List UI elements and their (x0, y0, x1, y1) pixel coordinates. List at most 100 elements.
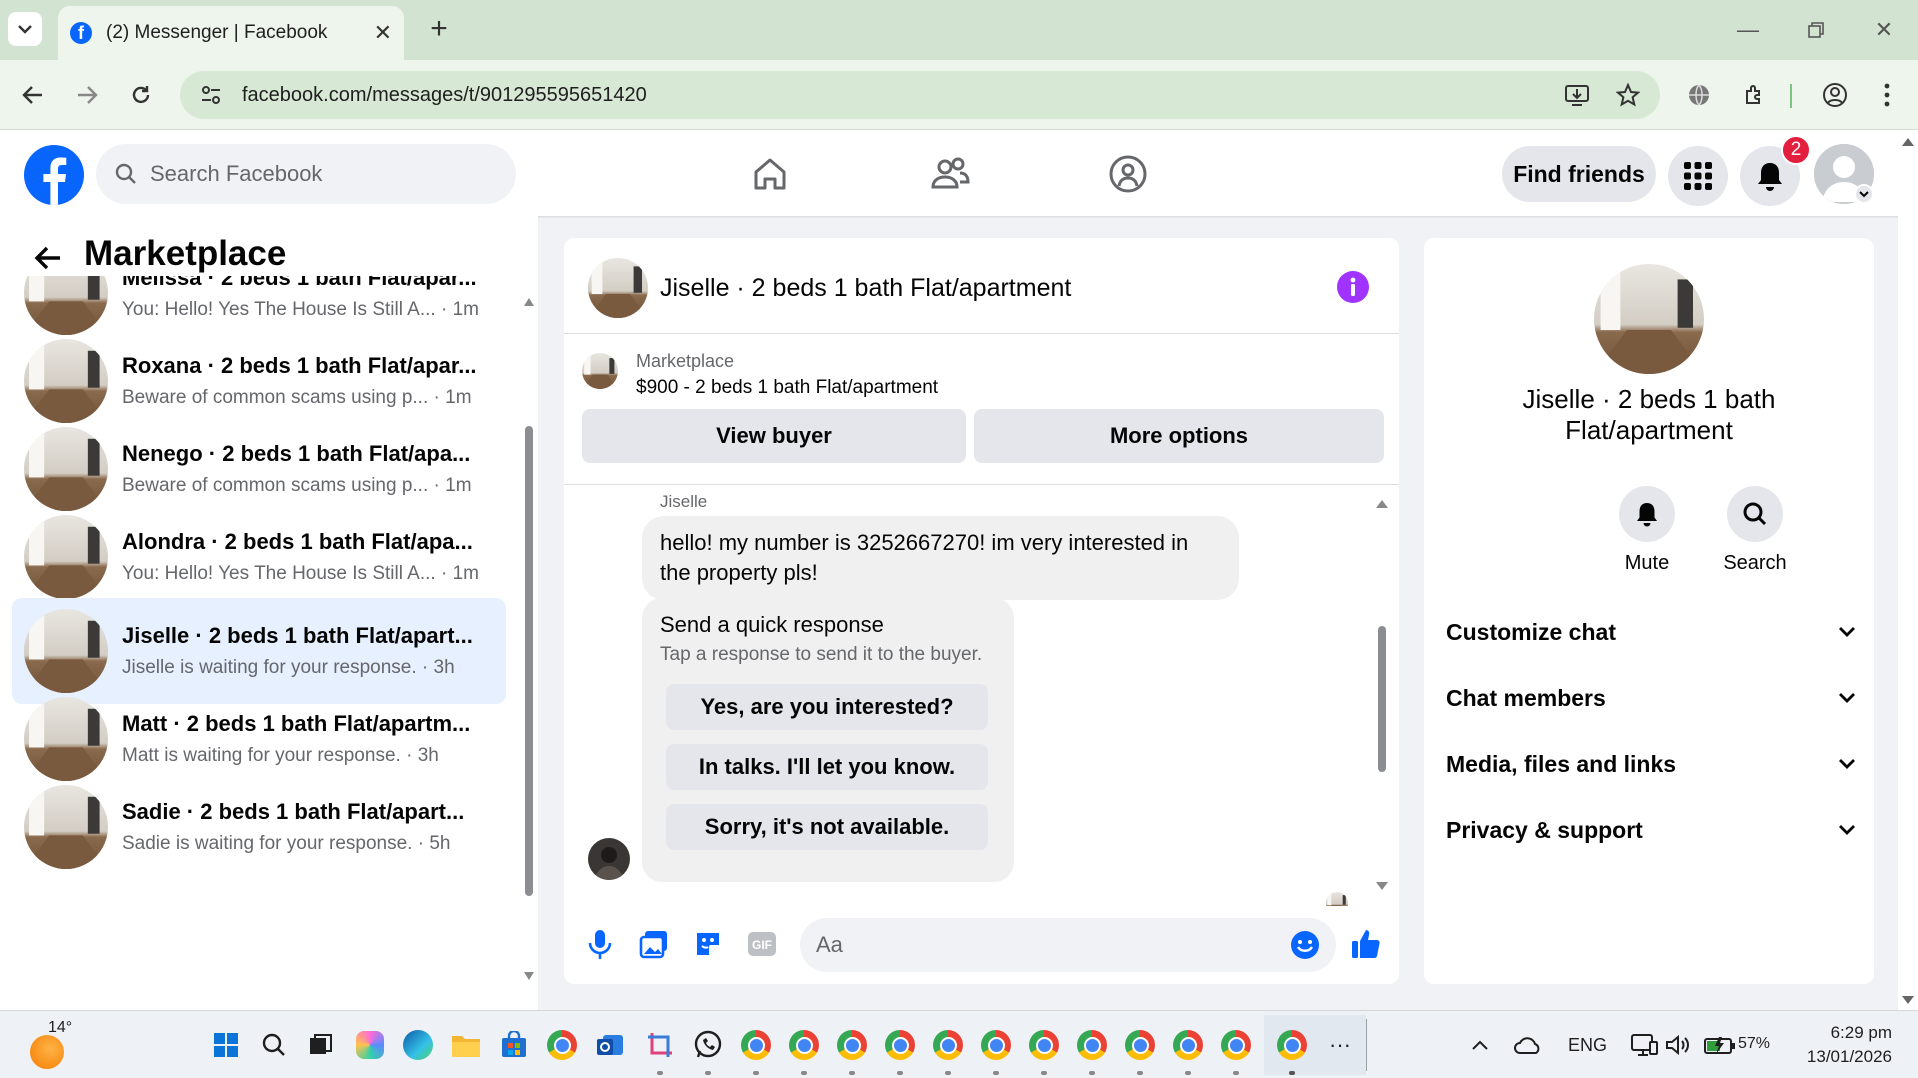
chat-title[interactable]: Jiselle · 2 beds 1 bath Flat/apartment (660, 274, 1071, 303)
search-input[interactable] (150, 161, 490, 187)
chevron-down-icon (1839, 627, 1855, 637)
privacy-support-section[interactable]: Privacy & support (1446, 806, 1856, 854)
quick-response-button[interactable]: Sorry, it's not available. (666, 804, 988, 850)
sidebar-scrollbar[interactable] (522, 286, 536, 986)
facebook-logo[interactable] (24, 145, 84, 205)
start-button[interactable] (206, 1025, 246, 1065)
outlook-app[interactable] (590, 1025, 630, 1065)
profile-icon[interactable] (1816, 76, 1854, 114)
reload-button[interactable] (120, 74, 162, 116)
friends-tab[interactable] (920, 146, 980, 202)
tab-search-menu[interactable] (8, 12, 42, 46)
file-explorer-app[interactable] (446, 1025, 486, 1065)
weather-widget[interactable] (30, 1035, 64, 1069)
whatsapp-app[interactable] (688, 1025, 728, 1075)
chrome-window[interactable] (976, 1025, 1016, 1075)
chrome-window[interactable] (880, 1025, 920, 1075)
snipping-tool-app[interactable] (640, 1025, 680, 1075)
facebook-header: Find friends 2 (0, 130, 1918, 216)
menu-button[interactable] (1668, 146, 1728, 206)
browser-tab[interactable]: f (2) Messenger | Facebook ✕ (58, 6, 404, 60)
chrome-window[interactable] (736, 1025, 776, 1075)
microphone-icon[interactable] (582, 926, 618, 962)
chrome-window[interactable] (1216, 1025, 1256, 1075)
back-button[interactable] (30, 240, 66, 276)
chrome-window[interactable] (1072, 1025, 1112, 1075)
details-listing-thumbnail[interactable] (1594, 264, 1704, 374)
more-options-button[interactable]: More options (974, 409, 1384, 463)
battery-percent: 57% (1738, 1035, 1771, 1052)
media-files-links-section[interactable]: Media, files and links (1446, 740, 1856, 788)
globe-extension-icon[interactable] (1680, 76, 1718, 114)
mute-button[interactable] (1619, 486, 1675, 542)
conversation-item[interactable]: Sadie · 2 beds 1 bath Flat/apart... Sadie… (12, 774, 506, 880)
sticker-icon[interactable] (690, 926, 726, 962)
restore-button[interactable] (1796, 12, 1836, 48)
find-friends-button[interactable]: Find friends (1502, 146, 1656, 202)
install-app-icon[interactable] (1564, 83, 1590, 107)
section-label: Chat members (1446, 684, 1606, 711)
sender-avatar[interactable] (588, 838, 630, 880)
messages-scrollbar[interactable] (1374, 492, 1390, 898)
onedrive-cloud-icon[interactable] (1508, 1025, 1548, 1065)
taskbar-search-button[interactable] (254, 1025, 294, 1065)
message-input-box[interactable] (800, 918, 1336, 972)
page-scrollbar[interactable] (1898, 130, 1918, 1010)
forward-button[interactable] (66, 74, 108, 116)
message-input[interactable] (816, 932, 1290, 958)
listing-thumbnail (24, 339, 108, 423)
extensions-puzzle-icon[interactable] (1736, 76, 1774, 114)
mute-action[interactable]: Mute (1592, 486, 1702, 575)
address-bar[interactable]: facebook.com/messages/t/901295595651420 (180, 71, 1660, 119)
conversation-item[interactable]: Alondra · 2 beds 1 bath Flat/apa... You: … (12, 504, 506, 610)
chrome-window[interactable] (1168, 1025, 1208, 1075)
emoji-icon[interactable] (1290, 930, 1320, 960)
battery-icon[interactable] (1700, 1025, 1740, 1065)
chrome-window-active[interactable] (1272, 1025, 1312, 1075)
facebook-search-box[interactable] (96, 144, 516, 204)
copilot-app[interactable] (350, 1025, 390, 1065)
minimize-button[interactable]: — (1728, 12, 1768, 48)
chrome-menu-icon[interactable] (1868, 76, 1906, 114)
close-window-button[interactable]: ✕ (1864, 12, 1904, 48)
chrome-window[interactable] (928, 1025, 968, 1075)
clock-date[interactable]: 13/01/2026 (1790, 1047, 1892, 1067)
quick-response-button[interactable]: In talks. I'll let you know. (666, 744, 988, 790)
new-tab-button[interactable]: + (424, 12, 454, 45)
show-hidden-icons-chevron-icon[interactable] (1460, 1025, 1500, 1065)
chat-members-section[interactable]: Chat members (1446, 674, 1856, 722)
chrome-window[interactable] (784, 1025, 824, 1075)
account-menu-chevron-icon[interactable] (1854, 184, 1874, 204)
gif-icon[interactable]: GIF (744, 926, 780, 962)
chrome-app[interactable] (542, 1025, 582, 1065)
close-tab-icon[interactable]: ✕ (374, 20, 392, 46)
info-icon[interactable] (1336, 270, 1370, 304)
groups-tab[interactable] (1098, 146, 1158, 202)
chrome-window[interactable] (1024, 1025, 1064, 1075)
search-in-conversation-button[interactable] (1727, 486, 1783, 542)
home-tab[interactable] (740, 146, 800, 202)
store-app[interactable] (494, 1025, 534, 1065)
browser-tabbar: f (2) Messenger | Facebook ✕ + — ✕ (0, 0, 1918, 60)
photo-attach-icon[interactable] (636, 926, 672, 962)
back-button[interactable] (12, 74, 54, 116)
chrome-window[interactable] (1120, 1025, 1160, 1075)
quick-response-button[interactable]: Yes, are you interested? (666, 684, 988, 730)
customize-chat-section[interactable]: Customize chat (1446, 608, 1856, 656)
view-buyer-button[interactable]: View buyer (582, 409, 966, 463)
clock-time[interactable]: 6:29 pm (1800, 1023, 1892, 1043)
like-thumbs-up-icon[interactable] (1348, 926, 1384, 962)
volume-icon[interactable] (1658, 1025, 1698, 1065)
input-language[interactable]: ENG (1568, 1035, 1607, 1056)
search-action[interactable]: Search (1700, 486, 1810, 575)
bookmark-star-icon[interactable] (1616, 83, 1640, 107)
listing-price-title[interactable]: $900 - 2 beds 1 bath Flat/apartment (636, 377, 938, 399)
task-view-button[interactable] (300, 1025, 340, 1065)
sidebar-title: Marketplace (84, 234, 287, 273)
incoming-message-bubble[interactable]: hello! my number is 3252667270! im very … (642, 516, 1239, 600)
site-settings-icon[interactable] (200, 84, 222, 106)
more-apps-overflow-icon[interactable]: ··· (1320, 1025, 1360, 1065)
chat-listing-thumbnail[interactable] (588, 258, 648, 318)
edge-app[interactable] (398, 1025, 438, 1065)
chrome-window[interactable] (832, 1025, 872, 1075)
